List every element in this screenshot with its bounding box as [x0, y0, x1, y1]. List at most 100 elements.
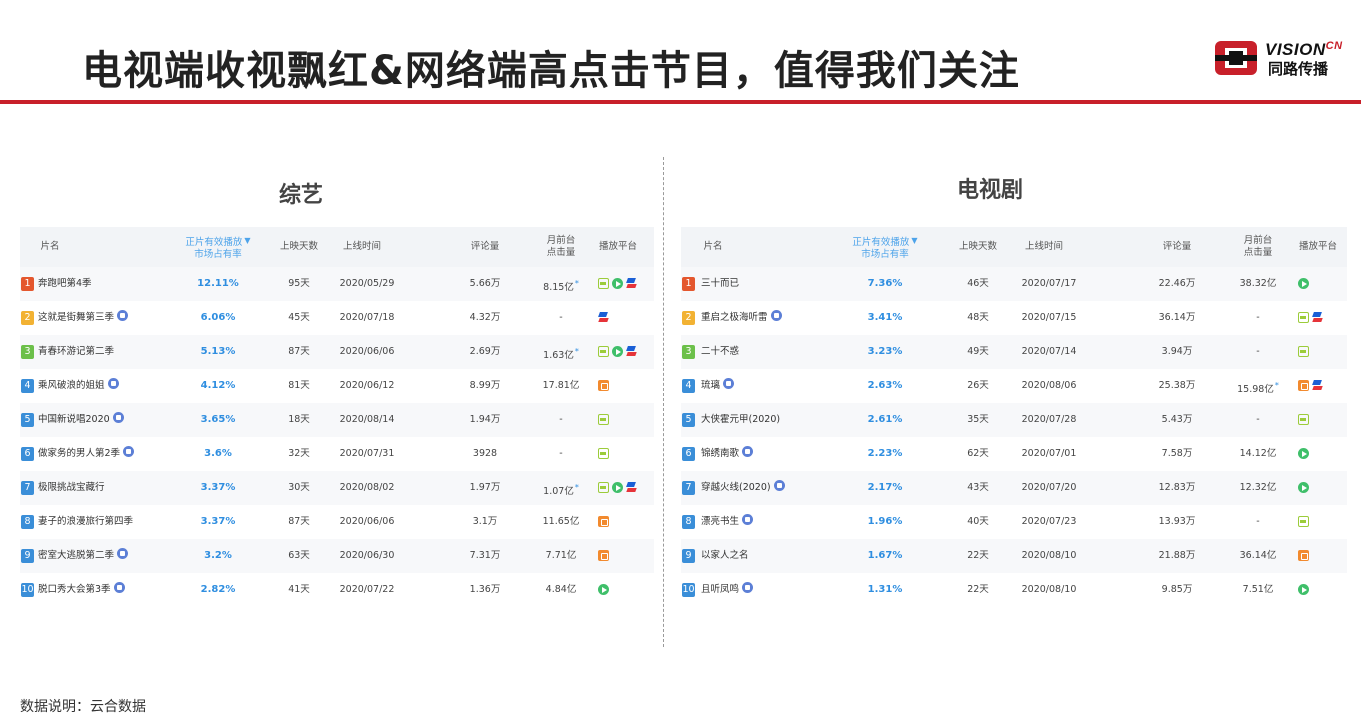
mango-tv-icon[interactable] [1298, 380, 1309, 391]
program-title[interactable]: 且听凤鸣 [701, 573, 754, 607]
tencent-video-icon[interactable] [612, 278, 623, 289]
clicks-value: 7.71亿 [545, 550, 577, 561]
sort-desc-icon[interactable]: ▼ [244, 235, 250, 247]
clicks-value: 12.32亿 [1239, 482, 1277, 493]
program-title[interactable]: 脱口秀大会第3季 [38, 573, 125, 607]
table-row[interactable]: 5 大侠霍元甲(2020) 2.61% 35天 2020/07/28 5.43万 - [681, 403, 1347, 437]
rank-badge: 7 [682, 481, 695, 495]
mango-tv-icon[interactable] [598, 550, 609, 561]
exclusive-icon [123, 446, 135, 457]
youku-icon[interactable] [626, 482, 637, 493]
table-row[interactable]: 8 漂亮书生 1.96% 40天 2020/07/23 13.93万 - [681, 505, 1347, 539]
iqiyi-icon[interactable] [1298, 516, 1309, 527]
release-date-value: 2020/08/02 [339, 482, 395, 493]
program-title[interactable]: 这就是街舞第三季 [38, 301, 129, 335]
days-value: 43天 [967, 482, 989, 493]
table-row[interactable]: 4 琉璃 2.63% 26天 2020/08/06 25.38万 15.98亿* [681, 369, 1347, 403]
table-row[interactable]: 7 穿越火线(2020) 2.17% 43天 2020/07/20 12.83万 12.32… [681, 471, 1347, 505]
program-title[interactable]: 三十而已 [701, 267, 739, 301]
program-title[interactable]: 奔跑吧第4季 [38, 267, 92, 301]
table-row[interactable]: 3 青春环游记第二季 5.13% 87天 2020/06/06 2.69万 1.63亿* [20, 335, 654, 369]
program-title[interactable]: 漂亮书生 [701, 505, 754, 539]
table-row[interactable]: 2 这就是街舞第三季 6.06% 45天 2020/07/18 4.32万 - [20, 301, 654, 335]
program-title[interactable]: 密室大逃脱第二季 [38, 539, 129, 573]
market-share-value: 1.67% [867, 550, 903, 561]
table-row[interactable]: 3 二十不惑 3.23% 49天 2020/07/14 3.94万 - [681, 335, 1347, 369]
exclusive-icon [773, 480, 785, 491]
youku-icon[interactable] [626, 278, 637, 289]
column-header-market-share[interactable]: 正片有效播放 ▼ 市场占有率 [845, 235, 925, 261]
table-row[interactable]: 2 重启之极海听雷 3.41% 48天 2020/07/15 36.14万 - [681, 301, 1347, 335]
program-title[interactable]: 极限挑战宝藏行 [38, 471, 105, 505]
program-title[interactable]: 琉璃 [701, 369, 735, 403]
iqiyi-icon[interactable] [1298, 414, 1309, 425]
exclusive-icon [117, 548, 129, 559]
program-title[interactable]: 乘风破浪的姐姐 [38, 369, 119, 403]
program-title[interactable]: 做家务的男人第2季 [38, 437, 135, 471]
youku-icon[interactable] [1312, 312, 1323, 323]
tencent-video-icon[interactable] [598, 584, 609, 595]
tencent-video-icon[interactable] [612, 482, 623, 493]
release-date-value: 2020/05/29 [339, 278, 395, 289]
iqiyi-icon[interactable] [598, 346, 609, 357]
rank-badge: 6 [682, 447, 695, 461]
tencent-video-icon[interactable] [1298, 584, 1309, 595]
table-row[interactable]: 5 中国新说唱2020 3.65% 18天 2020/08/14 1.94万 - [20, 403, 654, 437]
tencent-video-icon[interactable] [1298, 482, 1309, 493]
program-title[interactable]: 穿越火线(2020) [701, 471, 785, 505]
program-title[interactable]: 青春环游记第二季 [38, 335, 114, 369]
program-title[interactable]: 大侠霍元甲(2020) [701, 403, 780, 437]
table-row[interactable]: 8 妻子的浪漫旅行第四季 3.37% 87天 2020/06/06 3.1万 11.65亿 [20, 505, 654, 539]
tencent-video-icon[interactable] [1298, 448, 1309, 459]
iqiyi-icon[interactable] [1298, 346, 1309, 357]
mango-tv-icon[interactable] [598, 516, 609, 527]
clicks-value: - [1256, 414, 1260, 425]
iqiyi-icon[interactable] [598, 448, 609, 459]
program-title[interactable]: 中国新说唱2020 [38, 403, 124, 437]
column-header-comments: 评论量 [1162, 241, 1192, 252]
rank-badge: 7 [21, 481, 34, 495]
days-value: 30天 [288, 482, 310, 493]
iqiyi-icon[interactable] [1298, 312, 1309, 323]
table-row[interactable]: 9 密室大逃脱第二季 3.2% 63天 2020/06/30 7.31万 7.71亿 [20, 539, 654, 573]
rank-badge: 9 [682, 549, 695, 563]
platform-icons [598, 584, 612, 596]
tencent-video-icon[interactable] [612, 346, 623, 357]
rank-badge: 5 [682, 413, 695, 427]
table-row[interactable]: 10 脱口秀大会第3季 2.82% 41天 2020/07/22 1.36万 4.84亿 [20, 573, 654, 607]
iqiyi-icon[interactable] [598, 278, 609, 289]
table-row[interactable]: 4 乘风破浪的姐姐 4.12% 81天 2020/06/12 8.99万 17.81亿 [20, 369, 654, 403]
mango-tv-icon[interactable] [1298, 550, 1309, 561]
comments-value: 1.36万 [469, 584, 501, 595]
mango-tv-icon[interactable] [598, 380, 609, 391]
table-row[interactable]: 6 锦绣南歌 2.23% 62天 2020/07/01 7.58万 14.12亿 [681, 437, 1347, 471]
iqiyi-icon[interactable] [598, 482, 609, 493]
table-row[interactable]: 6 做家务的男人第2季 3.6% 32天 2020/07/31 3928 - [20, 437, 654, 471]
comments-value: 7.58万 [1161, 448, 1193, 459]
program-title[interactable]: 重启之极海听雷 [701, 301, 782, 335]
platform-icons [1298, 516, 1312, 528]
program-title[interactable]: 以家人之名 [701, 539, 749, 573]
table-row[interactable]: 1 三十而已 7.36% 46天 2020/07/17 22.46万 38.32亿 [681, 267, 1347, 301]
market-share-value: 3.2% [204, 550, 232, 561]
youku-icon[interactable] [626, 346, 637, 357]
column-header-market-share[interactable]: 正片有效播放 ▼ 市场占有率 [178, 235, 258, 261]
tencent-video-icon[interactable] [1298, 278, 1309, 289]
comments-value: 22.46万 [1158, 278, 1196, 289]
release-date-value: 2020/07/18 [339, 312, 395, 323]
sort-desc-icon[interactable]: ▼ [911, 235, 917, 247]
iqiyi-icon[interactable] [598, 414, 609, 425]
youku-icon[interactable] [1312, 380, 1323, 391]
comments-value: 2.69万 [469, 346, 501, 357]
program-title[interactable]: 二十不惑 [701, 335, 739, 369]
rank-badge: 1 [21, 277, 34, 291]
program-title[interactable]: 锦绣南歌 [701, 437, 754, 471]
release-date-value: 2020/07/17 [1021, 278, 1077, 289]
table-row[interactable]: 7 极限挑战宝藏行 3.37% 30天 2020/08/02 1.97万 1.07亿* [20, 471, 654, 505]
table-row[interactable]: 9 以家人之名 1.67% 22天 2020/08/10 21.88万 36.14亿 [681, 539, 1347, 573]
days-value: 63天 [288, 550, 310, 561]
program-title[interactable]: 妻子的浪漫旅行第四季 [38, 505, 133, 539]
table-row[interactable]: 10 且听凤鸣 1.31% 22天 2020/08/10 9.85万 7.51亿 [681, 573, 1347, 607]
table-row[interactable]: 1 奔跑吧第4季 12.11% 95天 2020/05/29 5.66万 8.15亿* [20, 267, 654, 301]
youku-icon[interactable] [598, 312, 609, 323]
